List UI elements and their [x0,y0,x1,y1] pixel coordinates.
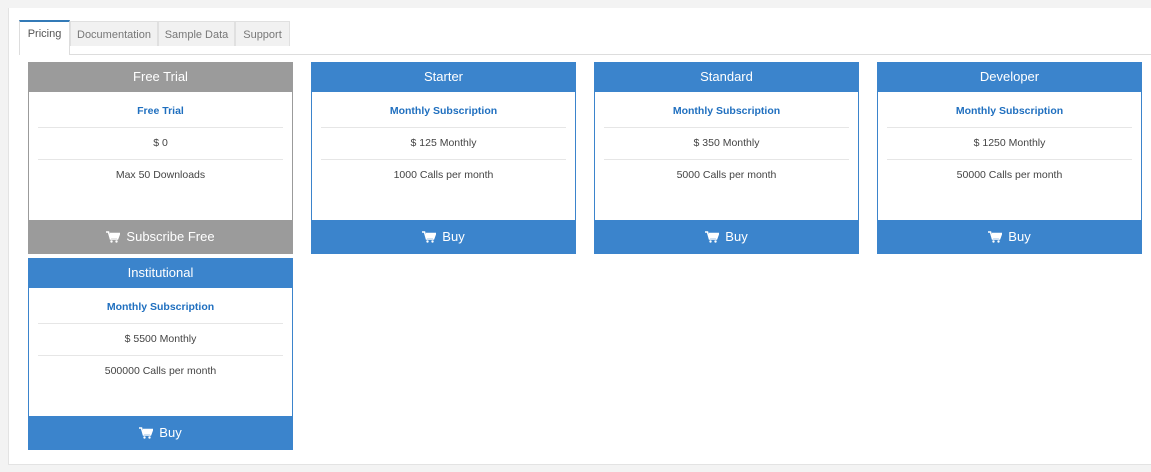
plan-price: $ 0 [38,128,283,160]
plan-price: $ 125 Monthly [321,128,566,160]
button-label: Buy [442,229,465,244]
plan-name: Monthly Subscription [887,92,1132,128]
plan-card-developer: Developer Monthly Subscription $ 1250 Mo… [877,62,1142,254]
tab-sample-data[interactable]: Sample Data [158,21,235,46]
plan-price: $ 350 Monthly [604,128,849,160]
plan-card-body: Monthly Subscription $ 1250 Monthly 5000… [877,92,1142,220]
plan-name: Monthly Subscription [321,92,566,128]
buy-button-institutional[interactable]: Buy [28,416,293,450]
plan-limit: 1000 Calls per month [393,169,494,181]
subscribe-free-button[interactable]: Subscribe Free [28,220,293,254]
plan-name: Monthly Subscription [604,92,849,128]
tab-pricing[interactable]: Pricing [19,20,70,55]
plan-limit: 5000 Calls per month [676,169,777,181]
plan-card-title: Standard [594,62,859,92]
tab-documentation[interactable]: Documentation [70,21,158,46]
plan-card-body: Monthly Subscription $ 125 Monthly 1000 … [311,92,576,220]
plan-card-title: Starter [311,62,576,92]
plan-card-body: Monthly Subscription $ 350 Monthly 5000 … [594,92,859,220]
plan-card-body: Monthly Subscription $ 5500 Monthly 5000… [28,288,293,416]
plan-limit: 500000 Calls per month [104,365,217,377]
button-label: Buy [725,229,748,244]
cart-icon [705,222,720,256]
cart-icon [139,418,154,452]
buy-button-developer[interactable]: Buy [877,220,1142,254]
plan-card-free-trial: Free Trial Free Trial $ 0 Max 50 Downloa… [28,62,293,254]
tab-bar: Pricing Documentation Sample Data Suppor… [19,20,1151,55]
buy-button-starter[interactable]: Buy [311,220,576,254]
plan-card-title: Developer [877,62,1142,92]
plan-card-institutional: Institutional Monthly Subscription $ 550… [28,258,293,450]
button-label: Subscribe Free [126,229,215,244]
plan-card-standard: Standard Monthly Subscription $ 350 Mont… [594,62,859,254]
tab-support[interactable]: Support [235,21,290,46]
plan-limit: Max 50 Downloads [115,169,206,181]
buy-button-standard[interactable]: Buy [594,220,859,254]
plan-price: $ 5500 Monthly [38,324,283,356]
plan-card-body: Free Trial $ 0 Max 50 Downloads [28,92,293,220]
cart-icon [106,222,122,256]
plan-price: $ 1250 Monthly [887,128,1132,160]
button-label: Buy [1008,229,1031,244]
plan-name: Monthly Subscription [38,288,283,324]
plan-name: Free Trial [38,92,283,128]
plan-card-title: Free Trial [28,62,293,92]
button-label: Buy [159,425,182,440]
plan-card-title: Institutional [28,258,293,288]
plan-card-starter: Starter Monthly Subscription $ 125 Month… [311,62,576,254]
cart-icon [988,222,1003,256]
plan-limit: 50000 Calls per month [956,169,1063,181]
cart-icon [422,222,437,256]
